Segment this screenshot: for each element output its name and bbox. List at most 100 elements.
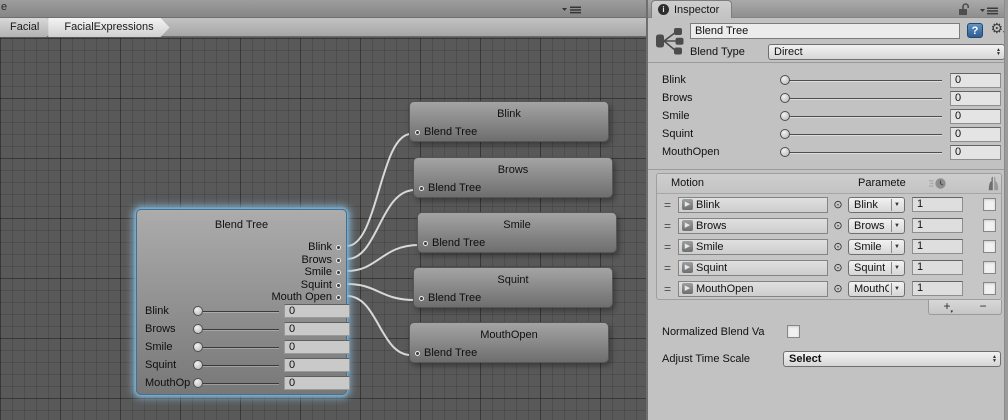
- object-picker-icon[interactable]: ⊙: [831, 219, 845, 232]
- slider-knob[interactable]: [193, 378, 203, 388]
- parameter-dropdown[interactable]: Squint ▼: [848, 259, 905, 276]
- drag-handle-icon[interactable]: =: [661, 240, 674, 254]
- drag-handle-icon[interactable]: =: [661, 282, 674, 296]
- motion-row-brows: = ▶ Brows ⊙ Brows ▼ 1: [657, 215, 1001, 236]
- parameter-slider[interactable]: [780, 146, 942, 158]
- slider-track[interactable]: [193, 305, 279, 317]
- weight-value-field[interactable]: 1: [912, 260, 963, 275]
- child-node-blink[interactable]: Blink Blend Tree: [409, 101, 609, 142]
- parameter-value-field[interactable]: 0: [950, 126, 1001, 142]
- parameter-dropdown[interactable]: Brows ▼: [848, 217, 905, 234]
- mirror-checkbox[interactable]: [983, 198, 996, 211]
- lock-icon[interactable]: [958, 3, 970, 19]
- parameter-dropdown[interactable]: Blink ▼: [848, 196, 905, 213]
- slider-knob[interactable]: [780, 93, 790, 103]
- root-node-title: Blend Tree: [214, 219, 269, 231]
- output-pin-brows[interactable]: Brows: [301, 254, 341, 266]
- mirror-checkbox[interactable]: [983, 219, 996, 232]
- output-pin-mouth-open[interactable]: Mouth Open: [271, 291, 341, 303]
- object-picker-icon[interactable]: ⊙: [831, 282, 845, 295]
- motion-object-field[interactable]: ▶ Brows: [678, 217, 828, 234]
- slider-track[interactable]: [193, 341, 279, 353]
- breadcrumb-item-facialexpressions[interactable]: FacialExpressions: [48, 18, 169, 37]
- panel-menu-icon[interactable]: [562, 5, 584, 17]
- motion-object-field[interactable]: ▶ Squint: [678, 259, 828, 276]
- slider-knob[interactable]: [780, 129, 790, 139]
- parameter-value-field[interactable]: 0: [950, 72, 1001, 88]
- slider-knob[interactable]: [193, 342, 203, 352]
- object-picker-icon[interactable]: ⊙: [831, 240, 845, 253]
- slider-value-field[interactable]: 0: [284, 322, 350, 336]
- parameter-slider[interactable]: [780, 128, 942, 140]
- animation-clip-icon: ▶: [682, 220, 693, 231]
- tab-inspector[interactable]: i Inspector: [651, 0, 733, 18]
- child-node-squint[interactable]: Squint Blend Tree: [413, 267, 613, 308]
- weight-value-field[interactable]: 1: [912, 239, 963, 254]
- drag-handle-icon[interactable]: =: [661, 198, 674, 212]
- parameter-slider[interactable]: [780, 74, 942, 86]
- output-pin-squint[interactable]: Squint: [301, 279, 341, 291]
- slider-knob[interactable]: [193, 360, 203, 370]
- motion-object-field[interactable]: ▶ Blink: [678, 196, 828, 213]
- slider-knob[interactable]: [780, 147, 790, 157]
- pin-icon[interactable]: [419, 185, 424, 191]
- output-pin-blink[interactable]: Blink: [308, 241, 341, 253]
- weight-value-field[interactable]: 1: [912, 281, 963, 296]
- pin-icon[interactable]: [415, 129, 420, 135]
- drag-handle-icon[interactable]: =: [661, 261, 674, 275]
- blend-tree-root-node[interactable]: Blend Tree Blink Brows Smile Squint Mout…: [136, 209, 350, 395]
- pin-icon[interactable]: [419, 295, 424, 301]
- blend-type-dropdown[interactable]: Direct ▲ ▼: [768, 44, 1005, 60]
- child-node-smile[interactable]: Smile Blend Tree: [417, 212, 617, 253]
- motion-object-field[interactable]: ▶ MouthOpen: [678, 280, 828, 297]
- motion-object-field[interactable]: ▶ Smile: [678, 238, 828, 255]
- slider-knob[interactable]: [193, 306, 203, 316]
- slider-value-field[interactable]: 0: [284, 340, 350, 354]
- breadcrumb-item-facial[interactable]: Facial: [0, 18, 55, 37]
- pin-icon[interactable]: [423, 240, 428, 246]
- normalized-blend-checkbox[interactable]: [787, 325, 800, 338]
- slider-value-field[interactable]: 0: [284, 304, 350, 318]
- pin-icon: [336, 282, 341, 288]
- weight-value-field[interactable]: 1: [912, 218, 963, 233]
- object-picker-icon[interactable]: ⊙: [831, 261, 845, 274]
- parameter-value-field[interactable]: 0: [950, 108, 1001, 124]
- object-picker-icon[interactable]: ⊙: [831, 198, 845, 211]
- parameter-value-field[interactable]: 0: [950, 90, 1001, 106]
- blend-tree-name-field[interactable]: Blend Tree: [690, 23, 960, 39]
- output-pin-smile[interactable]: Smile: [304, 266, 341, 278]
- weight-value-field[interactable]: 1: [912, 197, 963, 212]
- normalized-blend-row: Normalized Blend Va: [662, 325, 1002, 338]
- motion-column-header: Motion: [671, 177, 705, 189]
- slider-knob[interactable]: [780, 111, 790, 121]
- gear-icon[interactable]: ⚙: [990, 21, 1003, 37]
- blend-tree-canvas[interactable]: Blend Tree Blink Brows Smile Squint Mout…: [0, 38, 646, 420]
- pin-icon[interactable]: [415, 350, 420, 356]
- drag-handle-icon[interactable]: =: [661, 219, 674, 233]
- slider-track[interactable]: [193, 377, 279, 389]
- node-slider-smile: Smile 0: [145, 340, 350, 354]
- child-node-brows[interactable]: Brows Blend Tree: [413, 157, 613, 198]
- slider-knob[interactable]: [193, 324, 203, 334]
- mirror-checkbox[interactable]: [983, 261, 996, 274]
- slider-track[interactable]: [193, 359, 279, 371]
- inspector-menu-icon[interactable]: [980, 6, 1000, 18]
- help-icon[interactable]: ?: [967, 23, 983, 38]
- slider-track[interactable]: [193, 323, 279, 335]
- slider-value-field[interactable]: 0: [284, 358, 350, 372]
- slider-value-field[interactable]: 0: [284, 376, 350, 390]
- adjust-time-scale-dropdown[interactable]: Select ▲ ▼: [783, 351, 1001, 367]
- slider-knob[interactable]: [780, 75, 790, 85]
- remove-motion-button[interactable]: −: [965, 300, 1001, 314]
- parameter-slider[interactable]: [780, 92, 942, 104]
- child-node-mouthopen[interactable]: MouthOpen Blend Tree: [409, 322, 609, 363]
- parameter-dropdown[interactable]: MouthOpen▼: [848, 280, 905, 297]
- parameter-value-field[interactable]: 0: [950, 144, 1001, 160]
- pin-icon: [336, 244, 341, 250]
- add-motion-button[interactable]: + ▾: [929, 300, 965, 316]
- parameter-dropdown[interactable]: Smile ▼: [848, 238, 905, 255]
- mirror-checkbox[interactable]: [983, 240, 996, 253]
- parameter-slider[interactable]: [780, 110, 942, 122]
- info-icon: i: [658, 4, 669, 15]
- mirror-checkbox[interactable]: [983, 282, 996, 295]
